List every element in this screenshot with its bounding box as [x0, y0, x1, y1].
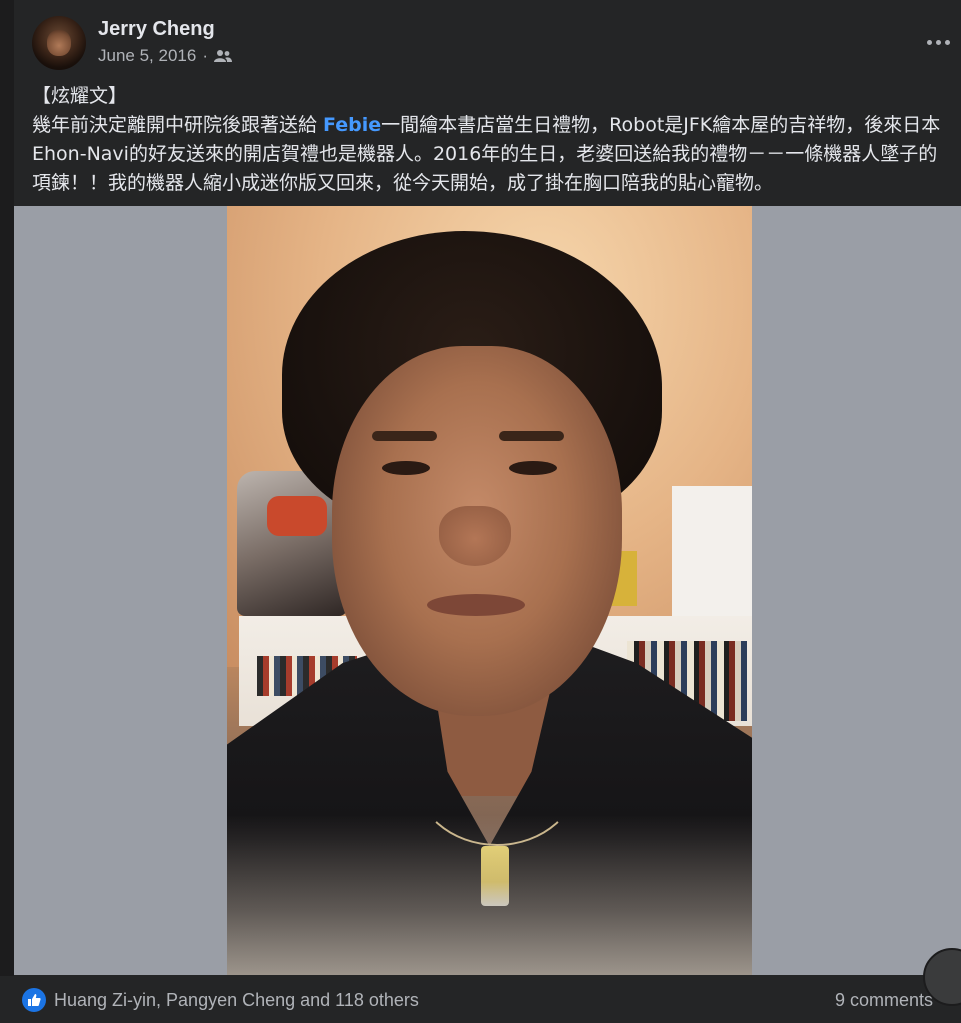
photo-mouth: [427, 594, 525, 616]
friends-icon[interactable]: [213, 49, 232, 63]
reactors-summary[interactable]: Huang Zi-yin, Pangyen Cheng and 118 othe…: [54, 990, 419, 1011]
more-dot-icon: [926, 39, 932, 45]
post-header: Jerry Cheng June 5, 2016 ·: [32, 14, 952, 70]
post-media[interactable]: [14, 206, 961, 975]
author-avatar[interactable]: [32, 16, 86, 70]
photo-vignette: [227, 815, 752, 975]
tagged-link-febie[interactable]: Febie: [323, 114, 381, 136]
post-text: 【炫耀文】 幾年前決定離開中研院後跟著送給 Febie一間繪本書店當生日禮物，R…: [32, 82, 942, 198]
post-tag: 【炫耀文】: [32, 85, 128, 107]
post-footer: Huang Zi-yin, Pangyen Cheng and 118 othe…: [0, 976, 961, 1023]
photo-nose: [439, 506, 511, 566]
more-options-button[interactable]: [920, 24, 956, 60]
photo-box: [672, 486, 752, 616]
more-dot-icon: [944, 39, 950, 45]
post-date[interactable]: June 5, 2016: [98, 46, 196, 66]
photo-brow-right: [499, 431, 564, 441]
comments-count[interactable]: 9 comments: [835, 990, 933, 1011]
photo-eye-left: [382, 461, 430, 475]
photo-backpack-strap: [267, 496, 327, 536]
like-icon[interactable]: [22, 988, 46, 1012]
post-body: 幾年前決定離開中研院後跟著送給 Febie一間繪本書店當生日禮物，Robot是J…: [32, 111, 942, 198]
author-name[interactable]: Jerry Cheng: [98, 18, 215, 41]
more-dot-icon: [935, 39, 941, 45]
post-card: Jerry Cheng June 5, 2016 · 【炫耀文】 幾年前決定離開…: [14, 0, 961, 1023]
photo-eye-right: [509, 461, 557, 475]
meta-separator: ·: [202, 46, 208, 65]
post-photo[interactable]: [227, 206, 752, 975]
post-body-start: 幾年前決定離開中研院後跟著送給: [32, 114, 324, 136]
post-meta: June 5, 2016 ·: [98, 46, 232, 66]
photo-brow-left: [372, 431, 437, 441]
thumbs-up-icon: [28, 994, 41, 1006]
